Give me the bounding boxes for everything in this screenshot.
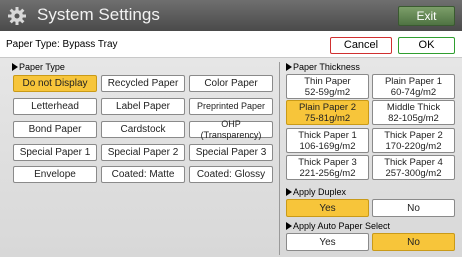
paper-type-option[interactable]: Label Paper (101, 98, 185, 115)
thickness-range: 60-74g/m2 (390, 86, 437, 98)
column-divider (279, 62, 280, 255)
apply-duplex-heading: Apply Duplex (286, 187, 346, 197)
triangle-icon (286, 63, 292, 71)
paper-type-option[interactable]: Special Paper 2 (101, 144, 185, 161)
title-bar: System Settings Exit (0, 0, 462, 31)
paper-thickness-option[interactable]: Thick Paper 4 257-300g/m2 (372, 155, 455, 180)
thickness-name: Thick Paper 2 (384, 129, 443, 141)
paper-type-option[interactable]: Preprinted Paper (189, 98, 273, 115)
ok-button[interactable]: OK (398, 37, 455, 54)
auto-select-no-button[interactable]: No (372, 233, 455, 251)
triangle-icon (286, 188, 292, 196)
duplex-no-button[interactable]: No (372, 199, 455, 217)
paper-type-heading: Paper Type (12, 62, 65, 72)
paper-thickness-option[interactable]: Thin Paper 52-59g/m2 (286, 74, 369, 99)
paper-type-option[interactable]: Letterhead (13, 98, 97, 115)
paper-type-option[interactable]: Coated: Glossy (189, 166, 273, 183)
info-bar: Paper Type: Bypass Tray Cancel OK (0, 31, 462, 58)
thickness-name: Thin Paper (304, 75, 351, 87)
thickness-name: Thick Paper 1 (298, 129, 357, 141)
thickness-range: 52-59g/m2 (304, 86, 351, 98)
paper-thickness-option[interactable]: Thick Paper 2 170-220g/m2 (372, 128, 455, 153)
paper-type-option[interactable]: Coated: Matte (101, 166, 185, 183)
thickness-range: 75-81g/m2 (304, 112, 351, 124)
paper-type-option[interactable]: Special Paper 1 (13, 144, 97, 161)
paper-type-option[interactable]: OHP (Transparency) (189, 119, 273, 140)
exit-button[interactable]: Exit (398, 6, 455, 26)
paper-thickness-option[interactable]: Thick Paper 3 221-256g/m2 (286, 155, 369, 180)
thickness-range: 221-256g/m2 (299, 167, 356, 179)
paper-thickness-label: Paper Thickness (293, 62, 360, 72)
thickness-name: Plain Paper 2 (298, 101, 357, 113)
paper-type-status: Paper Type: Bypass Tray (6, 39, 118, 50)
thickness-range: 106-169g/m2 (299, 140, 356, 152)
paper-thickness-heading: Paper Thickness (286, 62, 360, 72)
triangle-icon (286, 222, 292, 230)
cancel-button[interactable]: Cancel (330, 37, 392, 54)
gear-icon (8, 7, 26, 25)
paper-type-option[interactable]: Bond Paper (13, 121, 97, 138)
auto-select-yes-button[interactable]: Yes (286, 233, 369, 251)
thickness-range: 257-300g/m2 (385, 167, 442, 179)
paper-type-option[interactable]: Envelope (13, 166, 97, 183)
apply-auto-select-label: Apply Auto Paper Select (293, 221, 391, 231)
paper-type-label: Paper Type (19, 62, 65, 72)
paper-thickness-option[interactable]: Thick Paper 1 106-169g/m2 (286, 128, 369, 153)
thickness-name: Plain Paper 1 (384, 75, 443, 87)
thickness-range: 170-220g/m2 (385, 140, 442, 152)
paper-type-option[interactable]: Special Paper 3 (189, 144, 273, 161)
paper-thickness-option[interactable]: Plain Paper 2 75-81g/m2 (286, 100, 369, 125)
triangle-icon (12, 63, 18, 71)
paper-type-option[interactable]: Do not Display (13, 75, 97, 92)
paper-thickness-option[interactable]: Middle Thick 82-105g/m2 (372, 100, 455, 125)
apply-duplex-label: Apply Duplex (293, 187, 347, 197)
paper-type-option[interactable]: Color Paper (189, 75, 273, 92)
paper-thickness-option[interactable]: Plain Paper 1 60-74g/m2 (372, 74, 455, 99)
thickness-name: Thick Paper 4 (384, 156, 443, 168)
thickness-name: Middle Thick (386, 101, 441, 113)
window-title: System Settings (37, 5, 160, 24)
thickness-name: Thick Paper 3 (298, 156, 357, 168)
paper-type-option[interactable]: Recycled Paper (101, 75, 185, 92)
paper-type-option[interactable]: Cardstock (101, 121, 185, 138)
apply-auto-select-heading: Apply Auto Paper Select (286, 221, 390, 231)
thickness-range: 82-105g/m2 (388, 112, 439, 124)
duplex-yes-button[interactable]: Yes (286, 199, 369, 217)
